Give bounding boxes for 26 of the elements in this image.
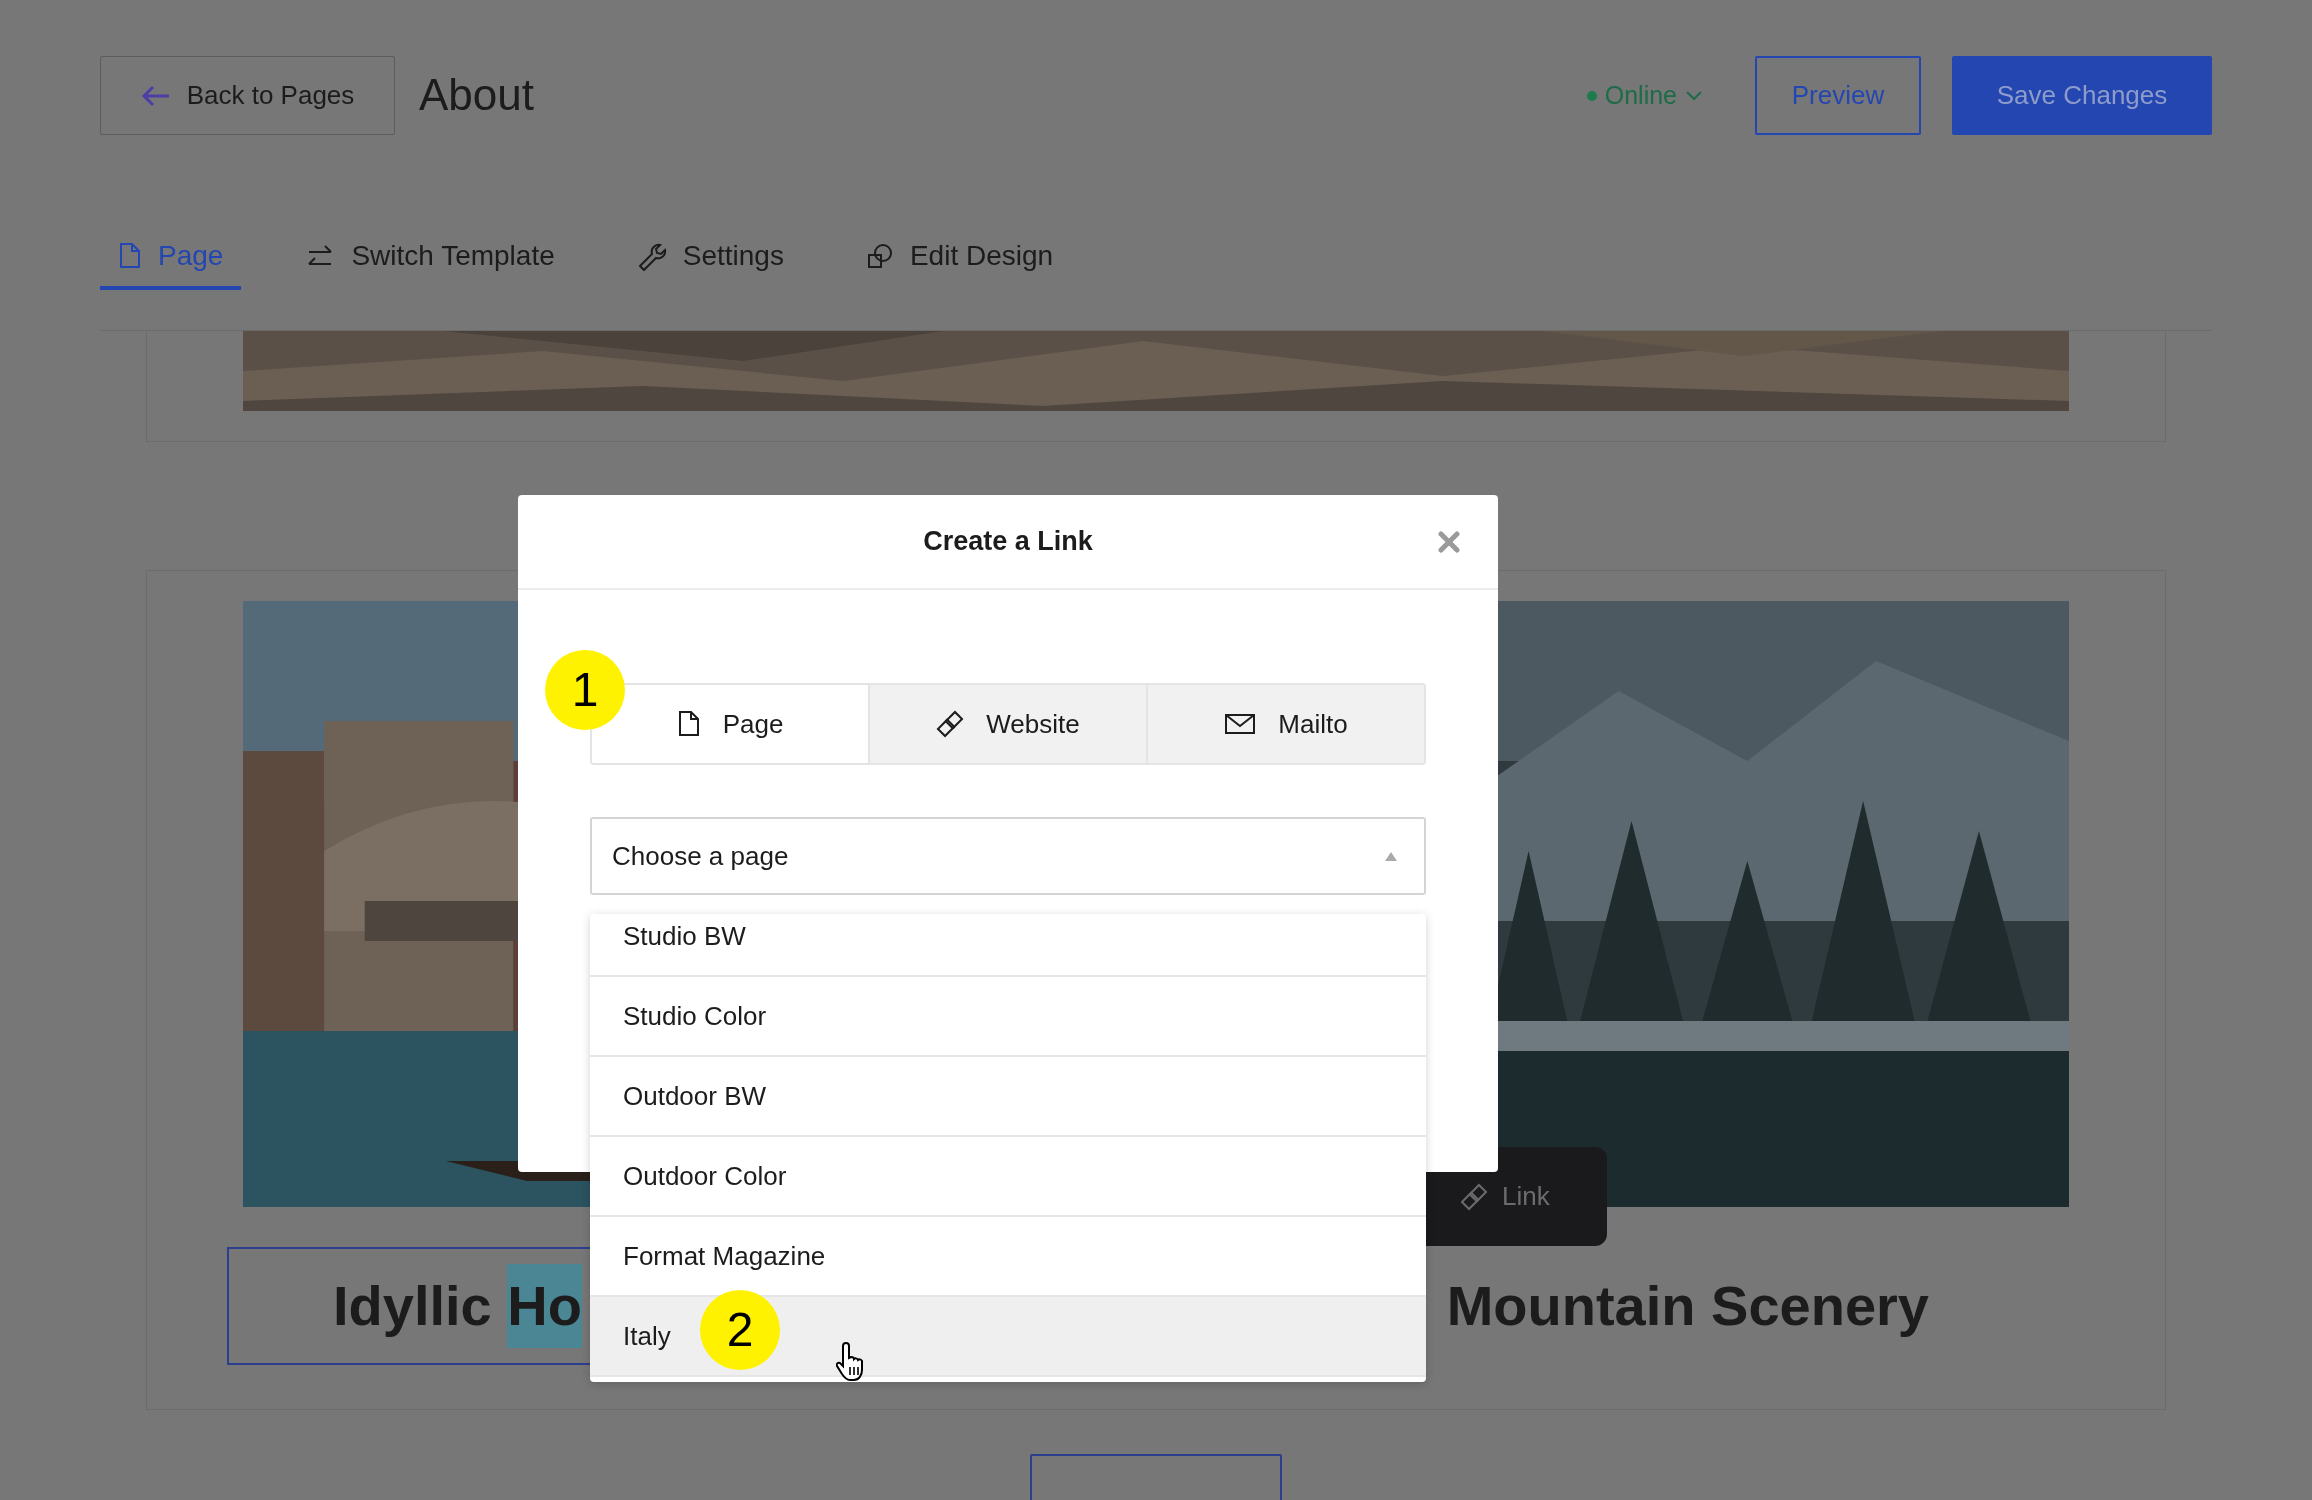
envelope-icon xyxy=(1224,712,1257,736)
dropdown-option[interactable]: Outdoor BW xyxy=(590,1057,1426,1137)
page-title: About xyxy=(419,69,534,122)
section-title: Mountain Scenery xyxy=(1446,1273,1929,1339)
dropdown-option[interactable]: Studio Color xyxy=(590,977,1426,1057)
page-select[interactable]: Choose a page xyxy=(590,817,1426,895)
document-icon xyxy=(676,710,701,738)
link-icon xyxy=(1460,1182,1488,1211)
dropdown-option[interactable]: Studio BW xyxy=(590,914,1426,977)
back-button[interactable]: Back to Pages xyxy=(100,56,395,135)
modal-title: Create a Link xyxy=(923,525,1093,558)
link-icon xyxy=(936,710,965,738)
tab[interactable]: Switch Template xyxy=(287,225,573,290)
arrow-left-icon xyxy=(140,83,171,108)
tab[interactable]: Settings xyxy=(618,225,802,290)
chevron-down-icon xyxy=(1685,90,1703,101)
dropdown-option[interactable]: Outdoor Color xyxy=(590,1137,1426,1217)
shapes-icon xyxy=(865,241,894,270)
status-dot xyxy=(1586,90,1597,101)
segment-tab[interactable]: Website xyxy=(870,685,1148,763)
close-icon[interactable] xyxy=(1438,531,1460,553)
tab[interactable]: Edit Design xyxy=(847,225,1072,290)
outline-button[interactable] xyxy=(1030,1454,1282,1500)
dropdown-option[interactable]: Format Magazine xyxy=(590,1217,1426,1297)
document-icon xyxy=(118,241,142,270)
segment-tab[interactable]: Mailto xyxy=(1148,685,1424,763)
